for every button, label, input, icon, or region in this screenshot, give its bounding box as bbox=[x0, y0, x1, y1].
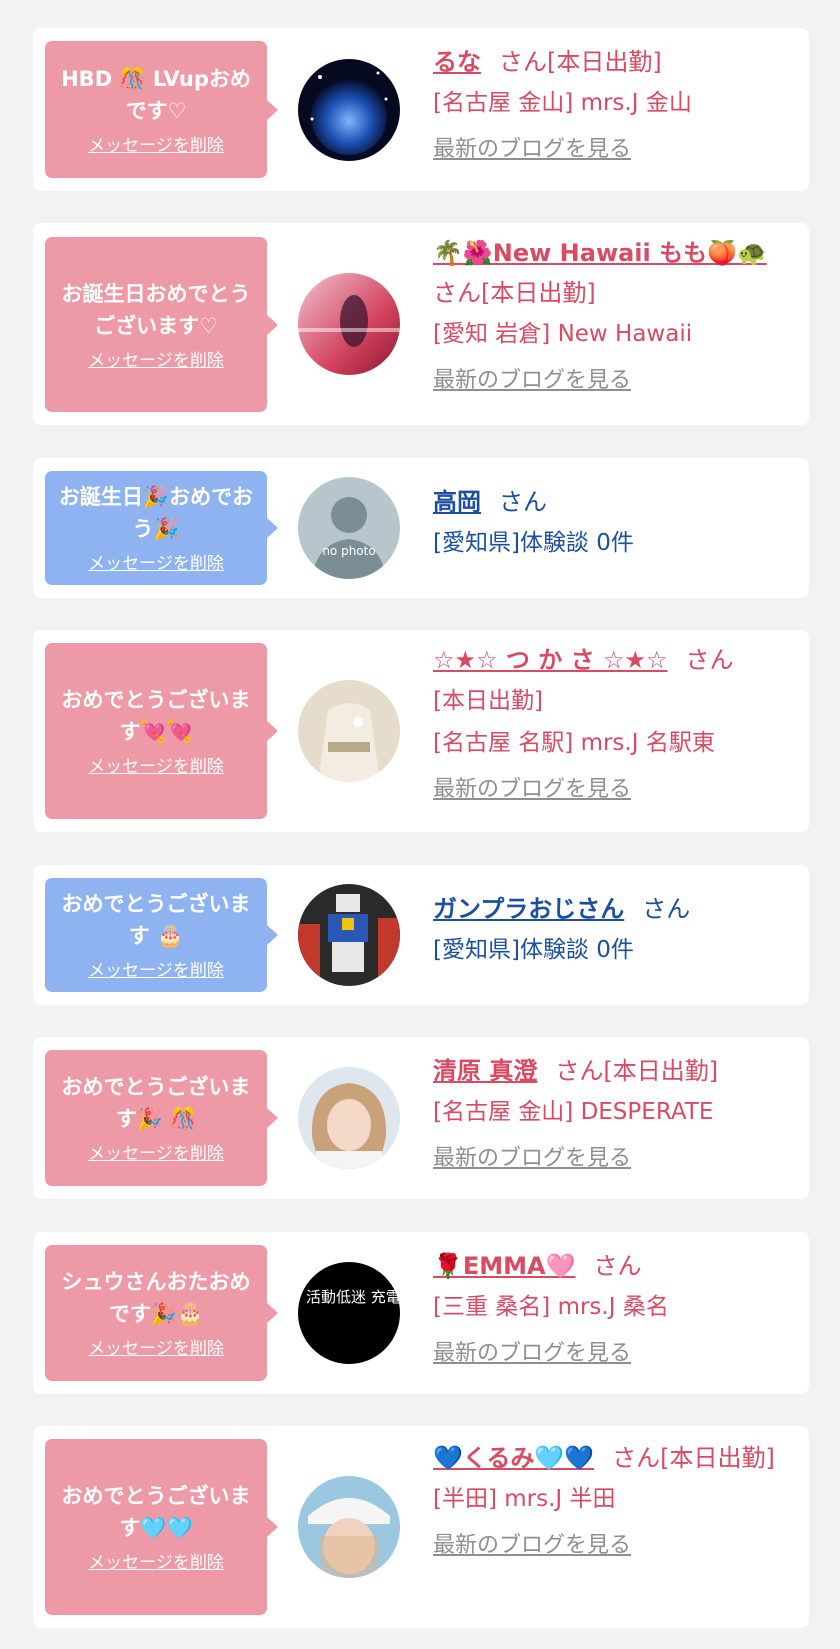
user-name-link[interactable]: 清原 真澄 bbox=[433, 1057, 537, 1085]
message-bubble: HBD 🎊 LVupおめです♡ メッセージを削除 bbox=[45, 41, 278, 178]
delete-message-link[interactable]: メッセージを削除 bbox=[88, 1552, 224, 1574]
honorific: さん bbox=[685, 646, 734, 674]
name-line: 🌴🌺New Hawaii もも🍑🐢 さん[本日出勤] bbox=[433, 233, 791, 313]
status-label: [本日出勤] bbox=[603, 1057, 719, 1085]
name-line: ガンプラおじさん さん bbox=[433, 889, 791, 929]
status-label: [本日出勤] bbox=[433, 688, 543, 714]
honorific: さん bbox=[499, 48, 547, 76]
message-card: おめでとうございます🎉 🎊 メッセージを削除 清原 真澄 さん[本日出勤] [名古… bbox=[33, 1037, 809, 1199]
latest-blog-link[interactable]: 最新のブログを見る bbox=[433, 774, 631, 806]
review-count: [愛知県]体験談 0件 bbox=[433, 530, 634, 556]
delete-message-link[interactable]: メッセージを削除 bbox=[88, 135, 224, 157]
user-name-link[interactable]: るな bbox=[433, 48, 481, 76]
name-line: 清原 真澄 さん[本日出勤] bbox=[433, 1051, 791, 1091]
message-bubble: お誕生日🎉おめでおう🎉 メッセージを削除 bbox=[45, 471, 278, 585]
avatar[interactable] bbox=[298, 680, 400, 782]
latest-blog-link[interactable]: 最新のブログを見る bbox=[433, 134, 631, 166]
honorific: さん bbox=[642, 895, 691, 923]
message-text: おめでとうございます🎉 🎊 bbox=[61, 1075, 251, 1131]
avatar-caption: 活動低迷 充電中。 bbox=[306, 1288, 400, 1306]
avatar[interactable]: 活動低迷 充電中。 bbox=[298, 1262, 400, 1364]
message-bubble: おめでとうございます💘💘 メッセージを削除 bbox=[45, 643, 278, 819]
no-photo-label: no photo bbox=[322, 544, 375, 558]
shop-info: [名古屋 金山] DESPERATE bbox=[433, 1099, 714, 1125]
message-card: おめでとうございます 🎂 メッセージを削除 ガンプラおじさん さん [愛知県]体験… bbox=[33, 865, 809, 1005]
message-text: シュウさんおたおめです🎉🎂 bbox=[61, 1270, 251, 1326]
name-line: 高岡 さん bbox=[433, 482, 791, 522]
shop-info: [名古屋 金山] mrs.J 金山 bbox=[433, 90, 692, 116]
user-info: 💙くるみ🩵💙 さん[本日出勤] [半田] mrs.J 半田 最新のブログを見る bbox=[433, 1438, 791, 1562]
user-info: 清原 真澄 さん[本日出勤] [名古屋 金山] DESPERATE 最新のブログを… bbox=[433, 1051, 791, 1175]
shop-info: [名古屋 名駅] mrs.J 名駅東 bbox=[433, 730, 715, 756]
user-name-link[interactable]: ガンプラおじさん bbox=[433, 895, 624, 923]
message-card: シュウさんおたおめです🎉🎂 メッセージを削除 活動低迷 充電中。 🌹EMMA🩷 さ… bbox=[33, 1232, 809, 1394]
avatar[interactable]: no photo bbox=[298, 477, 400, 579]
delete-message-link[interactable]: メッセージを削除 bbox=[88, 1143, 224, 1165]
message-text: お誕生日🎉おめでおう🎉 bbox=[58, 485, 254, 541]
latest-blog-link[interactable]: 最新のブログを見る bbox=[433, 1338, 631, 1370]
delete-message-link[interactable]: メッセージを削除 bbox=[88, 553, 224, 575]
message-card: お誕生日おめでとうございます♡ メッセージを削除 🌴🌺New Hawaii もも… bbox=[33, 223, 809, 425]
user-info: るな さん[本日出勤] [名古屋 金山] mrs.J 金山 最新のブログを見る bbox=[433, 42, 791, 166]
name-line: 🌹EMMA🩷 さん bbox=[433, 1246, 791, 1286]
message-text: おめでとうございます 🎂 bbox=[61, 892, 251, 948]
avatar[interactable] bbox=[298, 273, 400, 375]
honorific: さん bbox=[555, 1057, 604, 1085]
delete-message-link[interactable]: メッセージを削除 bbox=[88, 960, 224, 982]
shop-info: [三重 桑名] mrs.J 桑名 bbox=[433, 1294, 669, 1320]
message-bubble: おめでとうございます🎉 🎊 メッセージを削除 bbox=[45, 1050, 278, 1186]
avatar[interactable] bbox=[298, 1067, 400, 1169]
honorific: さん bbox=[593, 1252, 642, 1280]
user-name-link[interactable]: 🌴🌺New Hawaii もも🍑🐢 bbox=[433, 239, 767, 267]
delete-message-link[interactable]: メッセージを削除 bbox=[88, 350, 224, 372]
message-list: HBD 🎊 LVupおめです♡ メッセージを削除 るな さん[本日出勤] [名古屋… bbox=[0, 0, 840, 1649]
shop-info: [愛知 岩倉] New Hawaii bbox=[433, 321, 693, 347]
user-name-link[interactable]: 🌹EMMA🩷 bbox=[433, 1252, 576, 1280]
user-name-link[interactable]: 高岡 bbox=[433, 488, 481, 516]
delete-message-link[interactable]: メッセージを削除 bbox=[88, 1338, 224, 1360]
honorific: さん bbox=[612, 1444, 661, 1472]
honorific: さん bbox=[433, 279, 481, 307]
avatar[interactable] bbox=[298, 59, 400, 161]
message-bubble: お誕生日おめでとうございます♡ メッセージを削除 bbox=[45, 237, 278, 412]
user-info: 高岡 さん [愛知県]体験談 0件 bbox=[433, 482, 791, 564]
message-text: おめでとうございます💘💘 bbox=[61, 688, 251, 744]
user-info: 🌴🌺New Hawaii もも🍑🐢 さん[本日出勤] [愛知 岩倉] New H… bbox=[433, 233, 791, 397]
message-text: お誕生日おめでとうございます♡ bbox=[61, 281, 251, 338]
status-label: [本日出勤] bbox=[660, 1444, 775, 1472]
review-count: [愛知県]体験談 0件 bbox=[433, 937, 634, 963]
honorific: さん bbox=[499, 488, 547, 516]
message-card: おめでとうございます💘💘 メッセージを削除 ☆★☆ つ か さ ☆★☆ さん [本… bbox=[33, 630, 809, 832]
name-line: ☆★☆ つ か さ ☆★☆ さん bbox=[433, 640, 791, 680]
latest-blog-link[interactable]: 最新のブログを見る bbox=[433, 365, 631, 397]
avatar[interactable] bbox=[298, 1476, 400, 1578]
latest-blog-link[interactable]: 最新のブログを見る bbox=[433, 1143, 631, 1175]
message-text: おめでとうございます🩵🩵 bbox=[61, 1484, 251, 1540]
status-label: [本日出勤] bbox=[481, 279, 596, 307]
message-card: おめでとうございます🩵🩵 メッセージを削除 💙くるみ🩵💙 さん[本日出勤] [半田… bbox=[33, 1426, 809, 1628]
user-info: 🌹EMMA🩷 さん [三重 桑名] mrs.J 桑名 最新のブログを見る bbox=[433, 1246, 791, 1370]
message-text: HBD 🎊 LVupおめです♡ bbox=[61, 66, 251, 123]
message-bubble: おめでとうございます🩵🩵 メッセージを削除 bbox=[45, 1439, 278, 1615]
name-line: るな さん[本日出勤] bbox=[433, 42, 791, 82]
message-card: お誕生日🎉おめでおう🎉 メッセージを削除 no photo 高岡 さん [愛知県]… bbox=[33, 458, 809, 598]
message-bubble: シュウさんおたおめです🎉🎂 メッセージを削除 bbox=[45, 1245, 278, 1381]
message-bubble: おめでとうございます 🎂 メッセージを削除 bbox=[45, 878, 278, 992]
user-info: ☆★☆ つ か さ ☆★☆ さん [本日出勤] [名古屋 名駅] mrs.J 名駅… bbox=[433, 640, 791, 806]
user-info: ガンプラおじさん さん [愛知県]体験談 0件 bbox=[433, 889, 791, 971]
status-label: [本日出勤] bbox=[547, 48, 662, 76]
avatar[interactable] bbox=[298, 884, 400, 986]
user-name-link[interactable]: ☆★☆ つ か さ ☆★☆ bbox=[433, 646, 668, 674]
shop-info: [半田] mrs.J 半田 bbox=[433, 1486, 616, 1512]
message-card: HBD 🎊 LVupおめです♡ メッセージを削除 るな さん[本日出勤] [名古屋… bbox=[33, 28, 809, 191]
user-name-link[interactable]: 💙くるみ🩵💙 bbox=[433, 1444, 594, 1472]
delete-message-link[interactable]: メッセージを削除 bbox=[88, 756, 224, 778]
latest-blog-link[interactable]: 最新のブログを見る bbox=[433, 1530, 631, 1562]
name-line: 💙くるみ🩵💙 さん[本日出勤] bbox=[433, 1438, 791, 1478]
